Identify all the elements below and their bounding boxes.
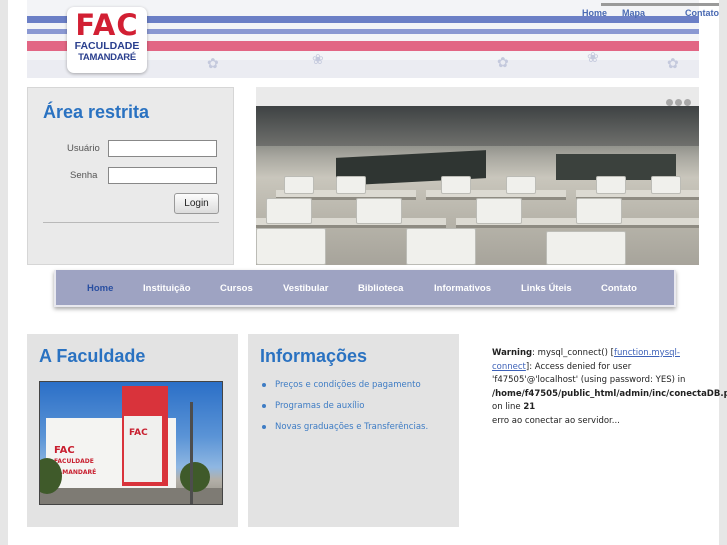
photo-ceiling (256, 106, 699, 146)
flower-ornament-icon: ✿ (497, 55, 509, 71)
nav-item-instituicao[interactable]: Instituição (143, 283, 191, 294)
nav-item-links-uteis[interactable]: Links Úteis (521, 283, 572, 294)
slideshow (256, 87, 699, 265)
page: ✿ ❀ ✿ ❀ ✿ FAC FACULDADE TAMANDARÉ Home M… (8, 0, 727, 545)
list-item[interactable]: Preços e condições de pagamento (262, 379, 428, 391)
warning-path: /home/f47505/public_html/admin/inc/conec… (492, 388, 727, 399)
logo-name: TAMANDARÉ (78, 52, 136, 63)
photo-monitor (576, 198, 622, 224)
photo-monitor (441, 176, 471, 194)
slide-dot[interactable] (675, 99, 682, 106)
warning-text: : mysql_connect() [ (532, 348, 614, 358)
password-label: Senha (70, 170, 98, 181)
logo-mark: FAC (75, 8, 139, 42)
warning-text: on line (492, 402, 524, 412)
flower-ornament-icon: ❀ (587, 50, 599, 66)
list-item[interactable]: Programas de auxílio (262, 400, 428, 412)
computer-lab-photo (256, 106, 699, 265)
building-sign-name: FACULDADE (54, 458, 94, 465)
logo-name: FACULDADE (74, 40, 140, 52)
info-link[interactable]: Programas de auxílio (275, 401, 364, 411)
divider (43, 222, 219, 223)
flower-ornament-icon: ✿ (667, 56, 679, 72)
nav-item-cursos[interactable]: Cursos (220, 283, 253, 294)
login-box: Área restrita Usuário Senha Login (27, 87, 234, 265)
slide-dot[interactable] (684, 99, 691, 106)
photo-pole (190, 402, 193, 504)
warning-prefix: Warning (492, 348, 533, 358)
flower-ornament-icon: ❀ (312, 52, 324, 68)
login-title: Área restrita (43, 102, 150, 122)
nav-item-home[interactable]: Home (87, 283, 113, 294)
photo-monitor (476, 198, 522, 224)
login-button[interactable]: Login (174, 193, 219, 214)
info-link[interactable]: Preços e condições de pagamento (275, 380, 421, 390)
photo-monitor (336, 176, 366, 194)
photo-tree (180, 462, 210, 492)
username-input[interactable] (108, 140, 217, 157)
topnav-home-link[interactable]: Home (582, 8, 607, 18)
topnav-contato-link[interactable]: Contato (685, 8, 719, 18)
flower-ornament-icon: ✿ (207, 56, 219, 72)
info-link[interactable]: Novas graduações e Transferências. (275, 422, 428, 432)
topnav-mapa-link[interactable]: Mapa (622, 8, 645, 18)
username-label: Usuário (67, 143, 100, 154)
photo-monitor (651, 176, 681, 194)
building-photo: FAC FACULDADE TAMANDARÉ FAC (39, 381, 223, 505)
photo-monitor (406, 228, 476, 265)
photo-monitor (546, 231, 626, 265)
photo-monitor (256, 228, 326, 265)
warning-line: 21 (523, 402, 536, 412)
photo-monitor (356, 198, 402, 224)
nav-item-vestibular[interactable]: Vestibular (283, 283, 328, 294)
photo-monitor (284, 176, 314, 194)
bullet-icon (262, 383, 266, 387)
slide-dot[interactable] (666, 99, 673, 106)
bullet-icon (262, 425, 266, 429)
photo-monitor (506, 176, 536, 194)
nav-item-informativos[interactable]: Informativos (434, 283, 491, 294)
nav-item-biblioteca[interactable]: Biblioteca (358, 283, 403, 294)
faculdade-box: A Faculdade FAC FACULDADE TAMANDARÉ FAC (27, 334, 238, 527)
photo-monitor (596, 176, 626, 194)
building-sign-mark: FAC (54, 445, 75, 456)
tower-sign: FAC (129, 428, 148, 438)
nav-item-contato[interactable]: Contato (601, 283, 637, 294)
main-nav: Home Instituição Cursos Vestibular Bibli… (54, 270, 676, 307)
faculdade-title: A Faculdade (39, 346, 146, 366)
error-message: erro ao conectar ao servidor... (492, 415, 620, 426)
site-logo[interactable]: FAC FACULDADE TAMANDARÉ (67, 7, 147, 73)
bullet-icon (262, 404, 266, 408)
photo-tower (124, 416, 162, 482)
password-input[interactable] (108, 167, 217, 184)
informacoes-list: Preços e condições de pagamento Programa… (262, 379, 428, 442)
list-item[interactable]: Novas graduações e Transferências. (262, 421, 428, 433)
top-nav-tab (601, 3, 719, 6)
informacoes-title: Informações (260, 346, 368, 366)
informacoes-box: Informações Preços e condições de pagame… (248, 334, 459, 527)
photo-monitor (266, 198, 312, 224)
php-warning: Warning: mysql_connect() [function.mysql… (492, 347, 727, 428)
